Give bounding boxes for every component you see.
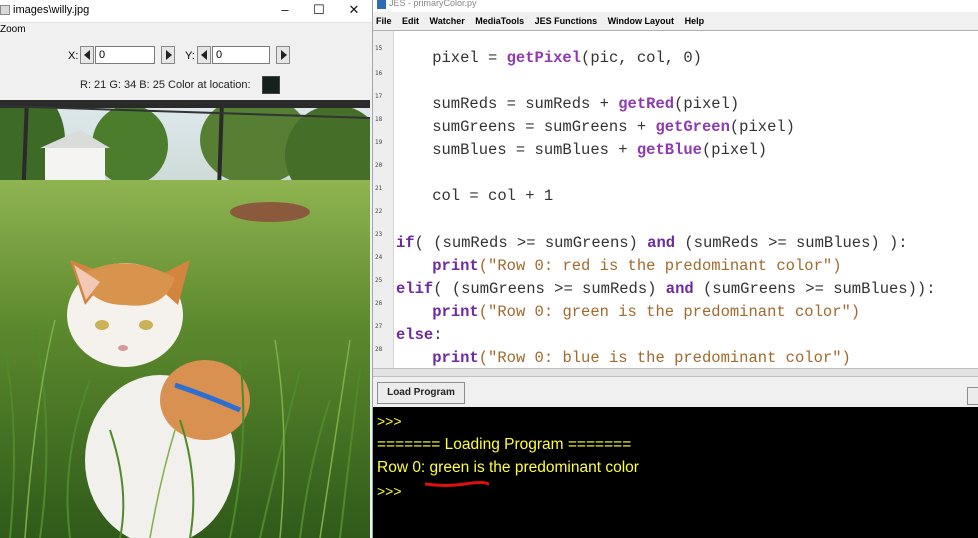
code-line: sumReds = sumReds + getRed(pixel) — [395, 95, 740, 113]
y-input[interactable]: 0 — [212, 46, 270, 64]
code-line: else: — [396, 326, 443, 344]
code-line: elif( (sumGreens >= sumReds) and (sumGre… — [396, 280, 936, 298]
color-info-row: R: 21 G: 34 B: 25 Color at location: — [0, 76, 372, 96]
line-number: 23 — [375, 231, 383, 238]
menu-watcher[interactable]: Watcher — [430, 16, 465, 26]
line-number-gutter: 15 16 17 18 19 20 21 22 23 24 25 26 27 2… — [373, 31, 394, 369]
cat-photo[interactable] — [0, 100, 370, 538]
line-number: 24 — [375, 254, 383, 261]
line-number: 21 — [375, 185, 383, 192]
console-output: Row 0: green is the predominant color — [377, 459, 639, 476]
line-number: 26 — [375, 300, 383, 307]
command-strip: Load Program — [373, 377, 978, 407]
line-number: 17 — [375, 93, 383, 100]
code-line: sumBlues = sumBlues + getBlue(pixel) — [395, 141, 768, 159]
code-line: print("Row 0: green is the predominant c… — [432, 303, 861, 321]
red-underline-annotation — [425, 481, 489, 487]
code-line: pixel = getPixel(pic, col, 0) — [395, 49, 702, 67]
jes-window: JES - primaryColor.py File Edit Watcher … — [373, 0, 978, 538]
code-line: print("Row 0: blue is the predominant co… — [432, 349, 851, 367]
picture-window-titlebar: images\willy.jpg – ☐ ✕ — [0, 0, 372, 23]
y-increment-button[interactable] — [276, 46, 290, 64]
line-number: 28 — [375, 346, 383, 353]
line-number: 18 — [375, 116, 383, 123]
jes-titlebar: JES - primaryColor.py — [373, 0, 978, 12]
menu-zoom[interactable]: Zoom — [0, 24, 26, 35]
menu-window-layout[interactable]: Window Layout — [608, 16, 674, 26]
line-number: 25 — [375, 277, 383, 284]
line-number: 19 — [375, 139, 383, 146]
load-program-button[interactable]: Load Program — [377, 382, 465, 404]
line-number: 20 — [375, 162, 383, 169]
x-label: X: — [68, 50, 79, 62]
x-input[interactable]: 0 — [95, 46, 155, 64]
menu-mediatools[interactable]: MediaTools — [475, 16, 524, 26]
x-decrement-button[interactable] — [80, 46, 94, 64]
console-loading-message: ======= Loading Program ======= — [377, 436, 632, 453]
jes-app-icon — [377, 0, 386, 9]
picture-tool-window: images\willy.jpg – ☐ ✕ Zoom X: 0 Y: 0 R:… — [0, 0, 373, 538]
code-line: if( (sumReds >= sumGreens) and (sumReds … — [396, 234, 908, 252]
menu-help[interactable]: Help — [685, 16, 705, 26]
picture-window-title: images\willy.jpg — [13, 4, 90, 16]
stop-button-partial[interactable] — [967, 387, 978, 405]
console-prompt: >>> — [377, 483, 402, 499]
close-button[interactable]: ✕ — [339, 2, 369, 18]
code-editor[interactable]: 15 16 17 18 19 20 21 22 23 24 25 26 27 2… — [373, 30, 978, 369]
picture-window-icon — [0, 5, 10, 15]
jes-window-title: JES - primaryColor.py — [389, 0, 477, 8]
picture-menubar: Zoom — [0, 23, 372, 37]
pane-splitter[interactable] — [373, 368, 978, 377]
line-number: 16 — [375, 70, 383, 77]
rgb-readout: R: 21 G: 34 B: 25 Color at location: — [80, 79, 251, 91]
coordinate-controls: X: 0 Y: 0 — [0, 44, 372, 68]
console-prompt: >>> — [377, 413, 402, 429]
menu-file[interactable]: File — [376, 16, 392, 26]
color-swatch — [262, 76, 280, 94]
line-number: 22 — [375, 208, 383, 215]
menu-jes-functions[interactable]: JES Functions — [535, 16, 598, 26]
maximize-button[interactable]: ☐ — [304, 2, 334, 18]
command-console[interactable]: >>> ======= Loading Program ======= Row … — [373, 407, 978, 538]
code-line: col = col + 1 — [395, 187, 554, 205]
code-line: sumGreens = sumGreens + getGreen(pixel) — [395, 118, 795, 136]
y-label: Y: — [185, 50, 195, 62]
y-decrement-button[interactable] — [197, 46, 211, 64]
jes-menubar: File Edit Watcher MediaTools JES Functio… — [373, 12, 978, 31]
line-number: 15 — [375, 45, 383, 52]
menu-edit[interactable]: Edit — [402, 16, 419, 26]
code-line: print("Row 0: red is the predominant col… — [432, 257, 842, 275]
cat-photo-image — [0, 100, 370, 538]
line-number: 27 — [375, 323, 383, 330]
minimize-button[interactable]: – — [270, 2, 300, 18]
x-increment-button[interactable] — [161, 46, 175, 64]
